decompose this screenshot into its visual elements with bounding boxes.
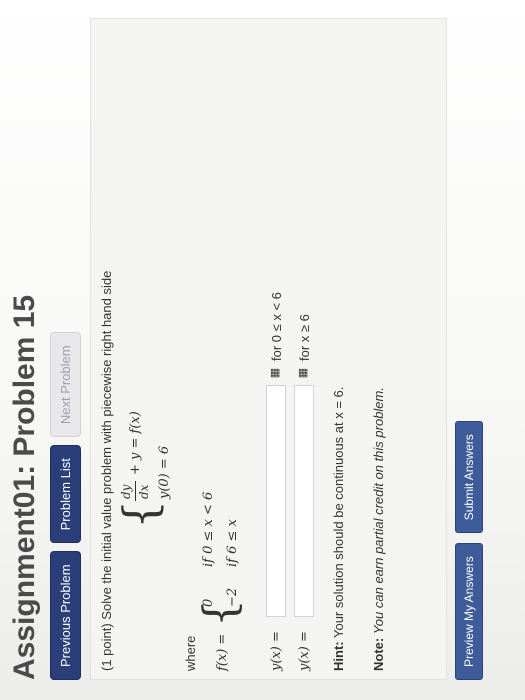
previous-problem-button[interactable]: Previous Problem <box>50 551 81 680</box>
problem-nav: Previous Problem Problem List Next Probl… <box>50 332 81 680</box>
next-problem-button[interactable]: Next Problem <box>50 332 81 438</box>
ode-numerator: dy <box>119 484 133 499</box>
page-content: Assignment01: Problem 15 Previous Proble… <box>0 0 525 700</box>
note-label: Note: <box>371 637 386 671</box>
y1-condition: for 0 ≤ x < 6 <box>269 292 284 361</box>
answer-buttons: Preview My Answers Submit Answers <box>455 421 483 680</box>
ode-denominator: dx <box>137 484 151 499</box>
problem-body: (1 point) Solve the initial value proble… <box>90 18 447 680</box>
page-title: Assignment01: Problem 15 <box>8 294 41 680</box>
initial-condition: y(0) = 6 <box>157 445 172 499</box>
hint-label: Hint: <box>331 641 346 671</box>
ode-rest: + y = f(x) <box>128 411 143 475</box>
f-case2-value: −2 <box>225 587 240 607</box>
answer-input-2[interactable] <box>294 385 314 617</box>
y1-label: y(x) = <box>269 631 284 671</box>
ode-brace: { <box>113 499 167 529</box>
grid-icon[interactable]: ▦ <box>297 367 309 379</box>
fraction-bar <box>135 481 136 501</box>
page: Assignment01: Problem 15 Previous Proble… <box>0 0 525 700</box>
f-case1-condition: if 0 ≤ x < 6 <box>201 491 216 567</box>
y2-label: y(x) = <box>297 631 312 671</box>
answer-input-1[interactable] <box>266 385 286 617</box>
problem-intro: (1 point) Solve the initial value proble… <box>99 270 114 671</box>
hint: Hint: Your solution should be continuous… <box>331 387 346 671</box>
grid-icon[interactable]: ▦ <box>269 367 281 379</box>
f-case1-value: 0 <box>201 598 216 607</box>
note: Note: You can earn partial credit on thi… <box>371 387 386 671</box>
where-label: where <box>183 635 198 671</box>
y2-condition: for x ≥ 6 <box>297 314 312 361</box>
f-lhs: f(x) = <box>215 633 230 671</box>
note-text: You can earn partial credit on this prob… <box>371 387 386 635</box>
hint-text: Your solution should be continuous at x … <box>331 386 346 638</box>
preview-answers-button[interactable]: Preview My Answers <box>455 543 483 680</box>
f-case2-condition: if 6 ≤ x <box>225 519 240 567</box>
problem-list-button[interactable]: Problem List <box>50 445 81 544</box>
submit-answers-button[interactable]: Submit Answers <box>455 421 483 534</box>
